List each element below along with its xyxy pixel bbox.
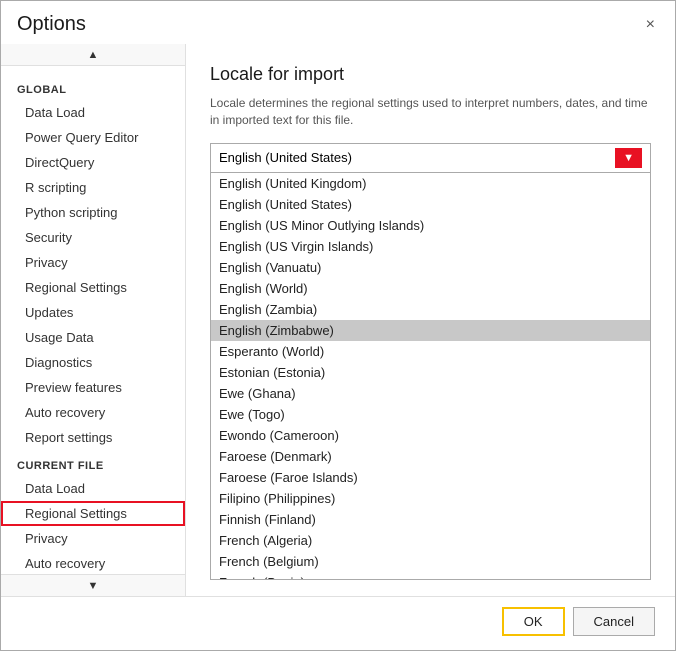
sidebar-item-privacy-current[interactable]: Privacy <box>1 526 185 551</box>
list-item[interactable]: French (Belgium) <box>211 551 650 572</box>
list-item[interactable]: English (World) <box>211 278 650 299</box>
list-item[interactable]: Finnish (Finland) <box>211 509 650 530</box>
sidebar: ▲ GLOBAL Data Load Power Query Editor Di… <box>1 44 186 596</box>
close-button[interactable]: × <box>642 15 659 35</box>
locale-list-container: English (United Kingdom) English (United… <box>210 173 651 580</box>
title-bar: Options × <box>1 1 675 44</box>
sidebar-item-auto-recovery-current[interactable]: Auto recovery <box>1 551 185 574</box>
dialog-title: Options <box>17 13 86 36</box>
list-item[interactable]: Esperanto (World) <box>211 341 650 362</box>
list-item[interactable]: Ewondo (Cameroon) <box>211 425 650 446</box>
locale-dropdown-container: English (United States) ▼ <box>210 143 651 173</box>
list-item[interactable]: English (United States) <box>211 194 650 215</box>
list-item[interactable]: French (Benin) <box>211 572 650 579</box>
global-section-header: GLOBAL <box>1 74 185 100</box>
list-item[interactable]: English (Vanuatu) <box>211 257 650 278</box>
sidebar-item-regional-settings-current[interactable]: Regional Settings <box>1 501 185 526</box>
list-item[interactable]: English (United Kingdom) <box>211 173 650 194</box>
current-section-header: CURRENT FILE <box>1 450 185 476</box>
list-item[interactable]: English (US Virgin Islands) <box>211 236 650 257</box>
sidebar-item-direct-query[interactable]: DirectQuery <box>1 150 185 175</box>
dialog-footer: OK Cancel <box>1 596 675 650</box>
sidebar-scroll-up[interactable]: ▲ <box>1 44 185 66</box>
list-item[interactable]: Ewe (Togo) <box>211 404 650 425</box>
sidebar-scroll-area: GLOBAL Data Load Power Query Editor Dire… <box>1 66 185 574</box>
sidebar-item-report-settings[interactable]: Report settings <box>1 425 185 450</box>
list-item-highlighted[interactable]: English (Zimbabwe) <box>211 320 650 341</box>
sidebar-item-power-query-editor[interactable]: Power Query Editor <box>1 125 185 150</box>
sidebar-item-security[interactable]: Security <box>1 225 185 250</box>
list-item[interactable]: Filipino (Philippines) <box>211 488 650 509</box>
locale-list[interactable]: English (United Kingdom) English (United… <box>211 173 650 579</box>
locale-list-area: English (United Kingdom) English (United… <box>210 173 651 580</box>
sidebar-item-usage-data[interactable]: Usage Data <box>1 325 185 350</box>
list-item[interactable]: English (Zambia) <box>211 299 650 320</box>
dialog-body: ▲ GLOBAL Data Load Power Query Editor Di… <box>1 44 675 596</box>
cancel-button[interactable]: Cancel <box>573 607 655 636</box>
list-item[interactable]: English (US Minor Outlying Islands) <box>211 215 650 236</box>
sidebar-item-python-scripting[interactable]: Python scripting <box>1 200 185 225</box>
list-item[interactable]: Estonian (Estonia) <box>211 362 650 383</box>
sidebar-scroll-down[interactable]: ▼ <box>1 574 185 596</box>
content-title: Locale for import <box>210 64 651 85</box>
ok-button[interactable]: OK <box>502 607 565 636</box>
list-item[interactable]: Faroese (Denmark) <box>211 446 650 467</box>
sidebar-item-data-load[interactable]: Data Load <box>1 100 185 125</box>
sidebar-item-updates[interactable]: Updates <box>1 300 185 325</box>
list-item[interactable]: Ewe (Ghana) <box>211 383 650 404</box>
main-content: Locale for import Locale determines the … <box>186 44 675 596</box>
list-item[interactable]: French (Algeria) <box>211 530 650 551</box>
list-item[interactable]: Faroese (Faroe Islands) <box>211 467 650 488</box>
options-dialog: Options × ▲ GLOBAL Data Load Power Query… <box>0 0 676 651</box>
sidebar-item-diagnostics[interactable]: Diagnostics <box>1 350 185 375</box>
locale-selected-display[interactable]: English (United States) ▼ <box>210 143 651 173</box>
sidebar-item-data-load-current[interactable]: Data Load <box>1 476 185 501</box>
sidebar-item-regional-settings-global[interactable]: Regional Settings <box>1 275 185 300</box>
sidebar-item-privacy[interactable]: Privacy <box>1 250 185 275</box>
sidebar-item-preview-features[interactable]: Preview features <box>1 375 185 400</box>
locale-selected-text: English (United States) <box>219 150 352 165</box>
sidebar-item-r-scripting[interactable]: R scripting <box>1 175 185 200</box>
locale-dropdown-button[interactable]: ▼ <box>615 148 642 168</box>
sidebar-item-auto-recovery-global[interactable]: Auto recovery <box>1 400 185 425</box>
content-description: Locale determines the regional settings … <box>210 95 651 129</box>
